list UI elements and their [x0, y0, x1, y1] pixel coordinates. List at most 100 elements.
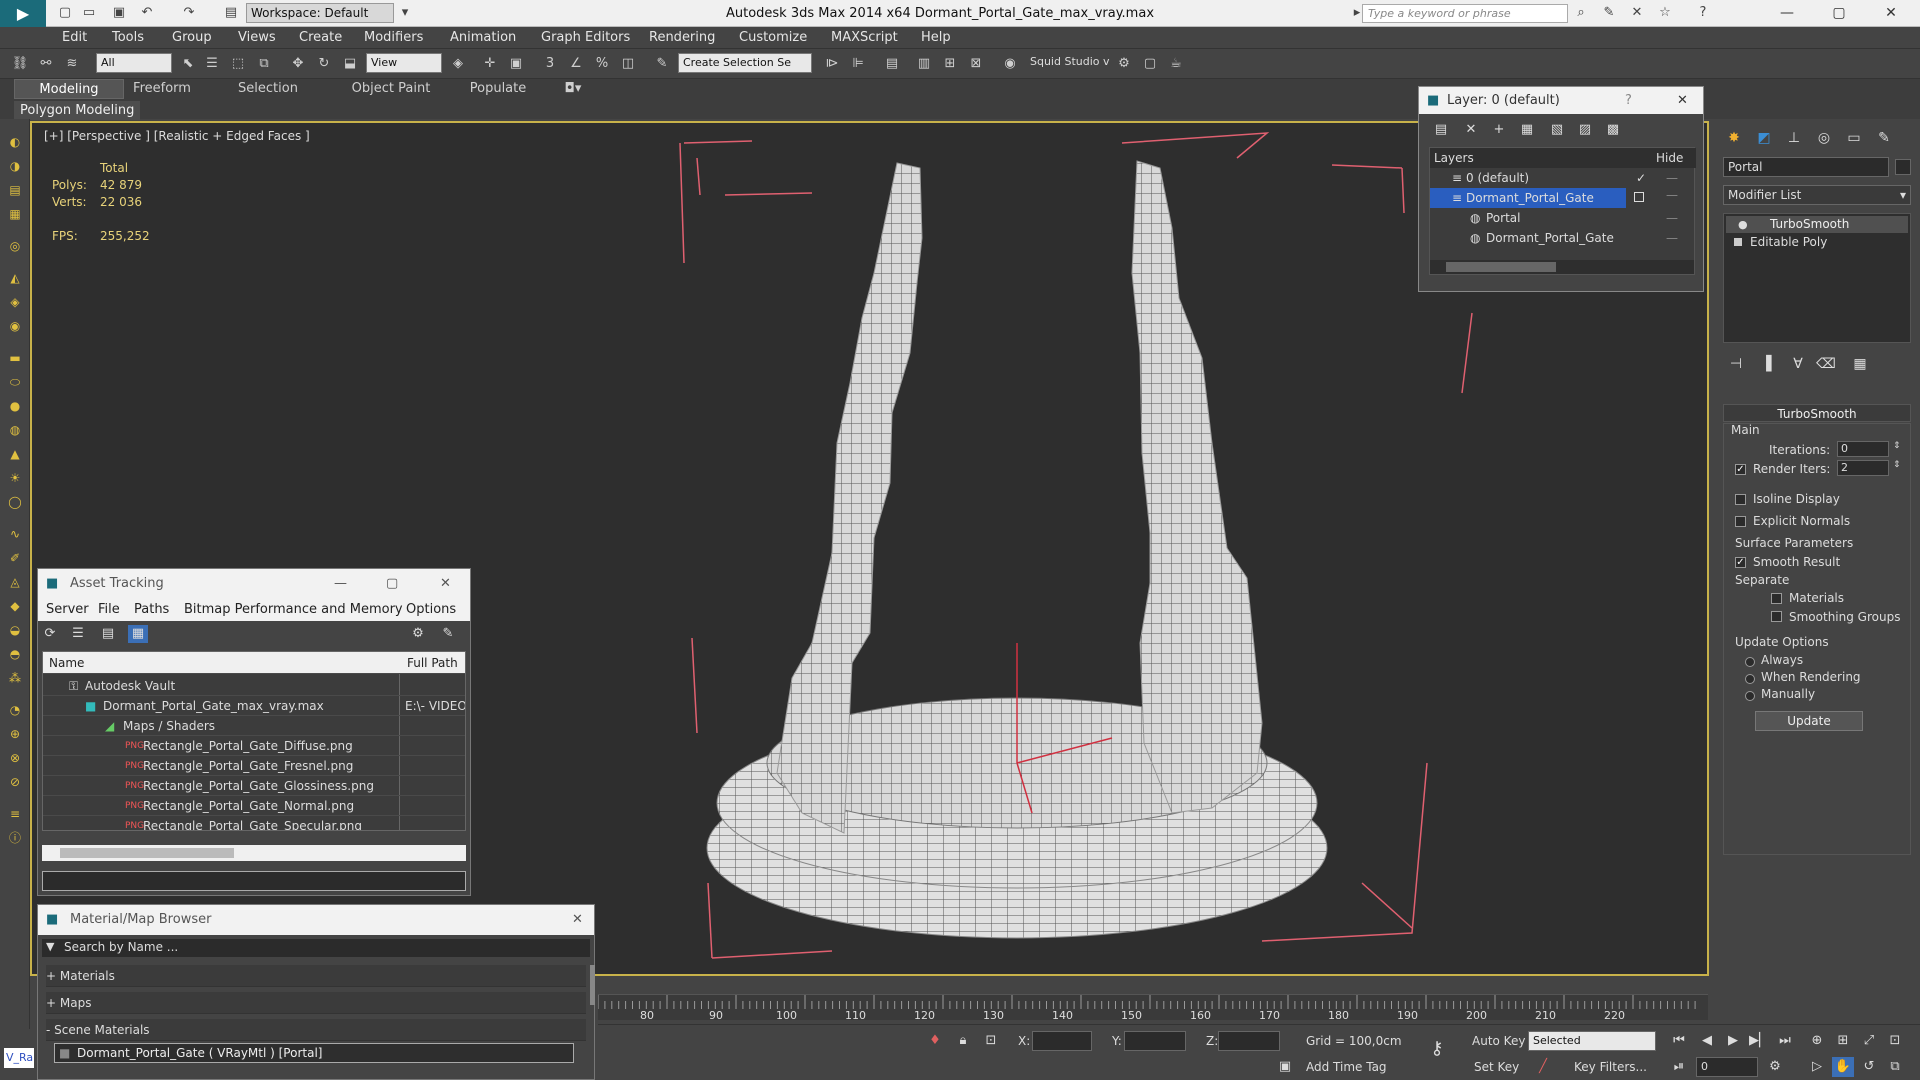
tab-object-paint[interactable]: Object Paint — [336, 79, 446, 99]
asset-row[interactable]: ◢ Maps / Shaders — [43, 716, 465, 736]
subdivision-icon[interactable]: ◈ — [6, 293, 24, 311]
current-layer-toggle[interactable] — [1634, 192, 1644, 202]
object-name-field[interactable]: Portal — [1723, 157, 1889, 177]
remove-modifier-icon[interactable]: ⌫ — [1813, 353, 1839, 375]
table-view-icon[interactable]: ▦ — [128, 625, 148, 643]
key-filters-button[interactable]: Key Filters... — [1574, 1060, 1647, 1074]
window-crossing-icon[interactable]: ⧉ — [254, 54, 274, 74]
asset-menu-options[interactable]: Options — [406, 599, 456, 621]
snap-toggle-icon[interactable]: 3 — [540, 54, 560, 74]
make-unique-icon[interactable]: ∀ — [1785, 353, 1811, 375]
key-mode-select[interactable]: Selected — [1528, 1031, 1656, 1051]
hide-toggle[interactable]: — — [1666, 228, 1678, 248]
zoom-extents-all-icon[interactable]: ⊡ — [1884, 1031, 1906, 1051]
key-mode-toggle-icon[interactable]: ⏯ — [1668, 1057, 1690, 1077]
create-layer-icon[interactable]: ▤ — [1431, 121, 1451, 139]
binoculars-icon[interactable]: ⌕ — [1572, 4, 1590, 22]
pan-icon[interactable]: ✋ — [1832, 1057, 1854, 1077]
asset-row[interactable]: ⚿ Autodesk Vault — [43, 676, 465, 696]
keyboard-shortcut-icon[interactable]: ▣ — [506, 54, 526, 74]
vault-settings-icon[interactable]: ✎ — [438, 625, 458, 643]
bind-spacewarp-icon[interactable]: ≋ — [62, 54, 82, 74]
time-tag-icon[interactable]: ▣ — [1274, 1057, 1296, 1077]
previous-frame-icon[interactable]: ◀ — [1696, 1031, 1718, 1051]
orbit-icon[interactable]: ↺ — [1858, 1057, 1880, 1077]
menu-help[interactable]: Help — [921, 27, 951, 49]
select-tool-icon[interactable]: ◐ — [6, 133, 24, 151]
render-setup-icon[interactable]: ⚙ — [1114, 54, 1134, 74]
create-tab-icon[interactable]: ✸ — [1721, 127, 1747, 149]
stack-item-editable-poly[interactable]: Editable Poly — [1726, 234, 1908, 251]
move-icon[interactable]: ✥ — [288, 54, 308, 74]
layer-dialog-titlebar[interactable]: ■ Layer: 0 (default) ? ✕ — [1419, 87, 1703, 114]
time-slider[interactable]: 80 90 100 110 120 130 140 150 160 170 18… — [598, 994, 1708, 1022]
col-hide[interactable]: Hide — [1656, 148, 1683, 168]
menu-group[interactable]: Group — [172, 27, 212, 49]
current-frame-field[interactable]: 0 — [1696, 1057, 1758, 1077]
conform-icon[interactable]: ◓ — [6, 645, 24, 663]
list-view-icon[interactable]: ☰ — [68, 625, 88, 643]
select-manipulate-icon[interactable]: ✛ — [480, 54, 500, 74]
asset-row[interactable]: ■ Dormant_Portal_Gate_max_vray.max E:\- … — [43, 696, 465, 716]
asset-menu-paths[interactable]: Paths — [134, 599, 169, 621]
layer-close-icon[interactable]: ✕ — [1677, 87, 1688, 114]
hierarchy-tab-icon[interactable]: ⊥ — [1781, 127, 1807, 149]
go-to-end-icon[interactable]: ⏭ — [1774, 1031, 1796, 1051]
zoom-extents-icon[interactable]: ⤢ — [1858, 1031, 1880, 1051]
thumbnail-view-icon[interactable]: ▤ — [98, 625, 118, 643]
highlight-layer-icon[interactable]: ▧ — [1547, 121, 1567, 139]
paint-icon[interactable]: ✐ — [6, 549, 24, 567]
render-teapot-icon[interactable]: ☕ — [1166, 54, 1186, 74]
maximize-icon[interactable]: ▢ — [386, 569, 398, 599]
menu-modifiers[interactable]: Modifiers — [364, 27, 423, 49]
layer-row-selected[interactable]: ≡ Dormant_Portal_Gate — [1430, 188, 1626, 208]
light-icon[interactable]: ☀ — [6, 469, 24, 487]
tris-icon[interactable]: ◭ — [6, 269, 24, 287]
spinner-arrows-icon[interactable]: ⇕ — [1893, 460, 1901, 470]
utilities-tab-icon[interactable]: ✎ — [1871, 127, 1897, 149]
layer-object-row[interactable]: ◍ Dormant_Portal_Gate — — [1430, 228, 1696, 248]
group-maps[interactable]: + Maps — [46, 992, 586, 1014]
select-in-layer-icon[interactable]: ▦ — [1517, 121, 1537, 139]
cone-icon[interactable]: ▲ — [6, 445, 24, 463]
x-coord-field[interactable] — [1032, 1031, 1092, 1051]
align-view-icon[interactable]: ≡ — [6, 805, 24, 823]
display-tab-icon[interactable]: ▭ — [1841, 127, 1867, 149]
mirror-icon[interactable]: ⧐ — [822, 54, 842, 74]
shape-icon[interactable]: ◆ — [6, 597, 24, 615]
panel-polygon-modeling[interactable]: Polygon Modeling — [14, 101, 141, 120]
visibility-icon[interactable]: ◉ — [6, 317, 24, 335]
col-layers[interactable]: Layers — [1434, 148, 1474, 168]
set-key-button[interactable]: Set Key — [1474, 1060, 1519, 1074]
rect-selection-icon[interactable]: ⬚ — [228, 54, 248, 74]
loops-icon[interactable]: ◎ — [6, 237, 24, 255]
maximize-viewport-icon[interactable]: ⧉ — [1884, 1057, 1906, 1077]
asset-row[interactable]: PNG Rectangle_Portal_Gate_Specular.png — [43, 816, 465, 830]
asset-row[interactable]: PNG Rectangle_Portal_Gate_Diffuse.png — [43, 736, 465, 756]
spline-icon[interactable]: ∿ — [6, 525, 24, 543]
asset-horizontal-scrollbar[interactable] — [42, 845, 466, 861]
selection-filter-select[interactable]: All — [96, 53, 172, 73]
menu-maxscript[interactable]: MAXScript — [831, 27, 898, 49]
asset-menu-server[interactable]: Server — [46, 599, 89, 621]
material-editor-icon[interactable]: ◉ — [1000, 54, 1020, 74]
pin-stack-icon[interactable]: ⊣ — [1723, 353, 1749, 375]
graphite-ribbon-icon[interactable]: ▥ — [914, 54, 934, 74]
menu-animation[interactable]: Animation — [450, 27, 516, 49]
menu-customize[interactable]: Customize — [739, 27, 807, 49]
group-scene-materials[interactable]: - Scene Materials — [46, 1019, 586, 1041]
box-icon[interactable]: ▬ — [6, 349, 24, 367]
configure-sets-icon[interactable]: ▦ — [1847, 353, 1873, 375]
attach-icon[interactable]: ⊘ — [6, 773, 24, 791]
geosphere-icon[interactable]: ◯ — [6, 493, 24, 511]
time-config-icon[interactable]: ⚙ — [1764, 1057, 1786, 1077]
layer-manager-icon[interactable]: ▤ — [882, 54, 902, 74]
modify-icon[interactable]: ▦ — [6, 205, 24, 223]
menu-tools[interactable]: Tools — [112, 27, 144, 49]
refresh-icon[interactable]: ⟳ — [40, 625, 60, 643]
asset-row[interactable]: PNG Rectangle_Portal_Gate_Fresnel.png — [43, 756, 465, 776]
motion-tab-icon[interactable]: ◎ — [1811, 127, 1837, 149]
stack-item-turbosmooth[interactable]: TurboSmooth — [1726, 216, 1908, 233]
layer-help-icon[interactable]: ? — [1625, 87, 1632, 114]
select-object-icon[interactable]: ⬉ — [178, 54, 198, 74]
